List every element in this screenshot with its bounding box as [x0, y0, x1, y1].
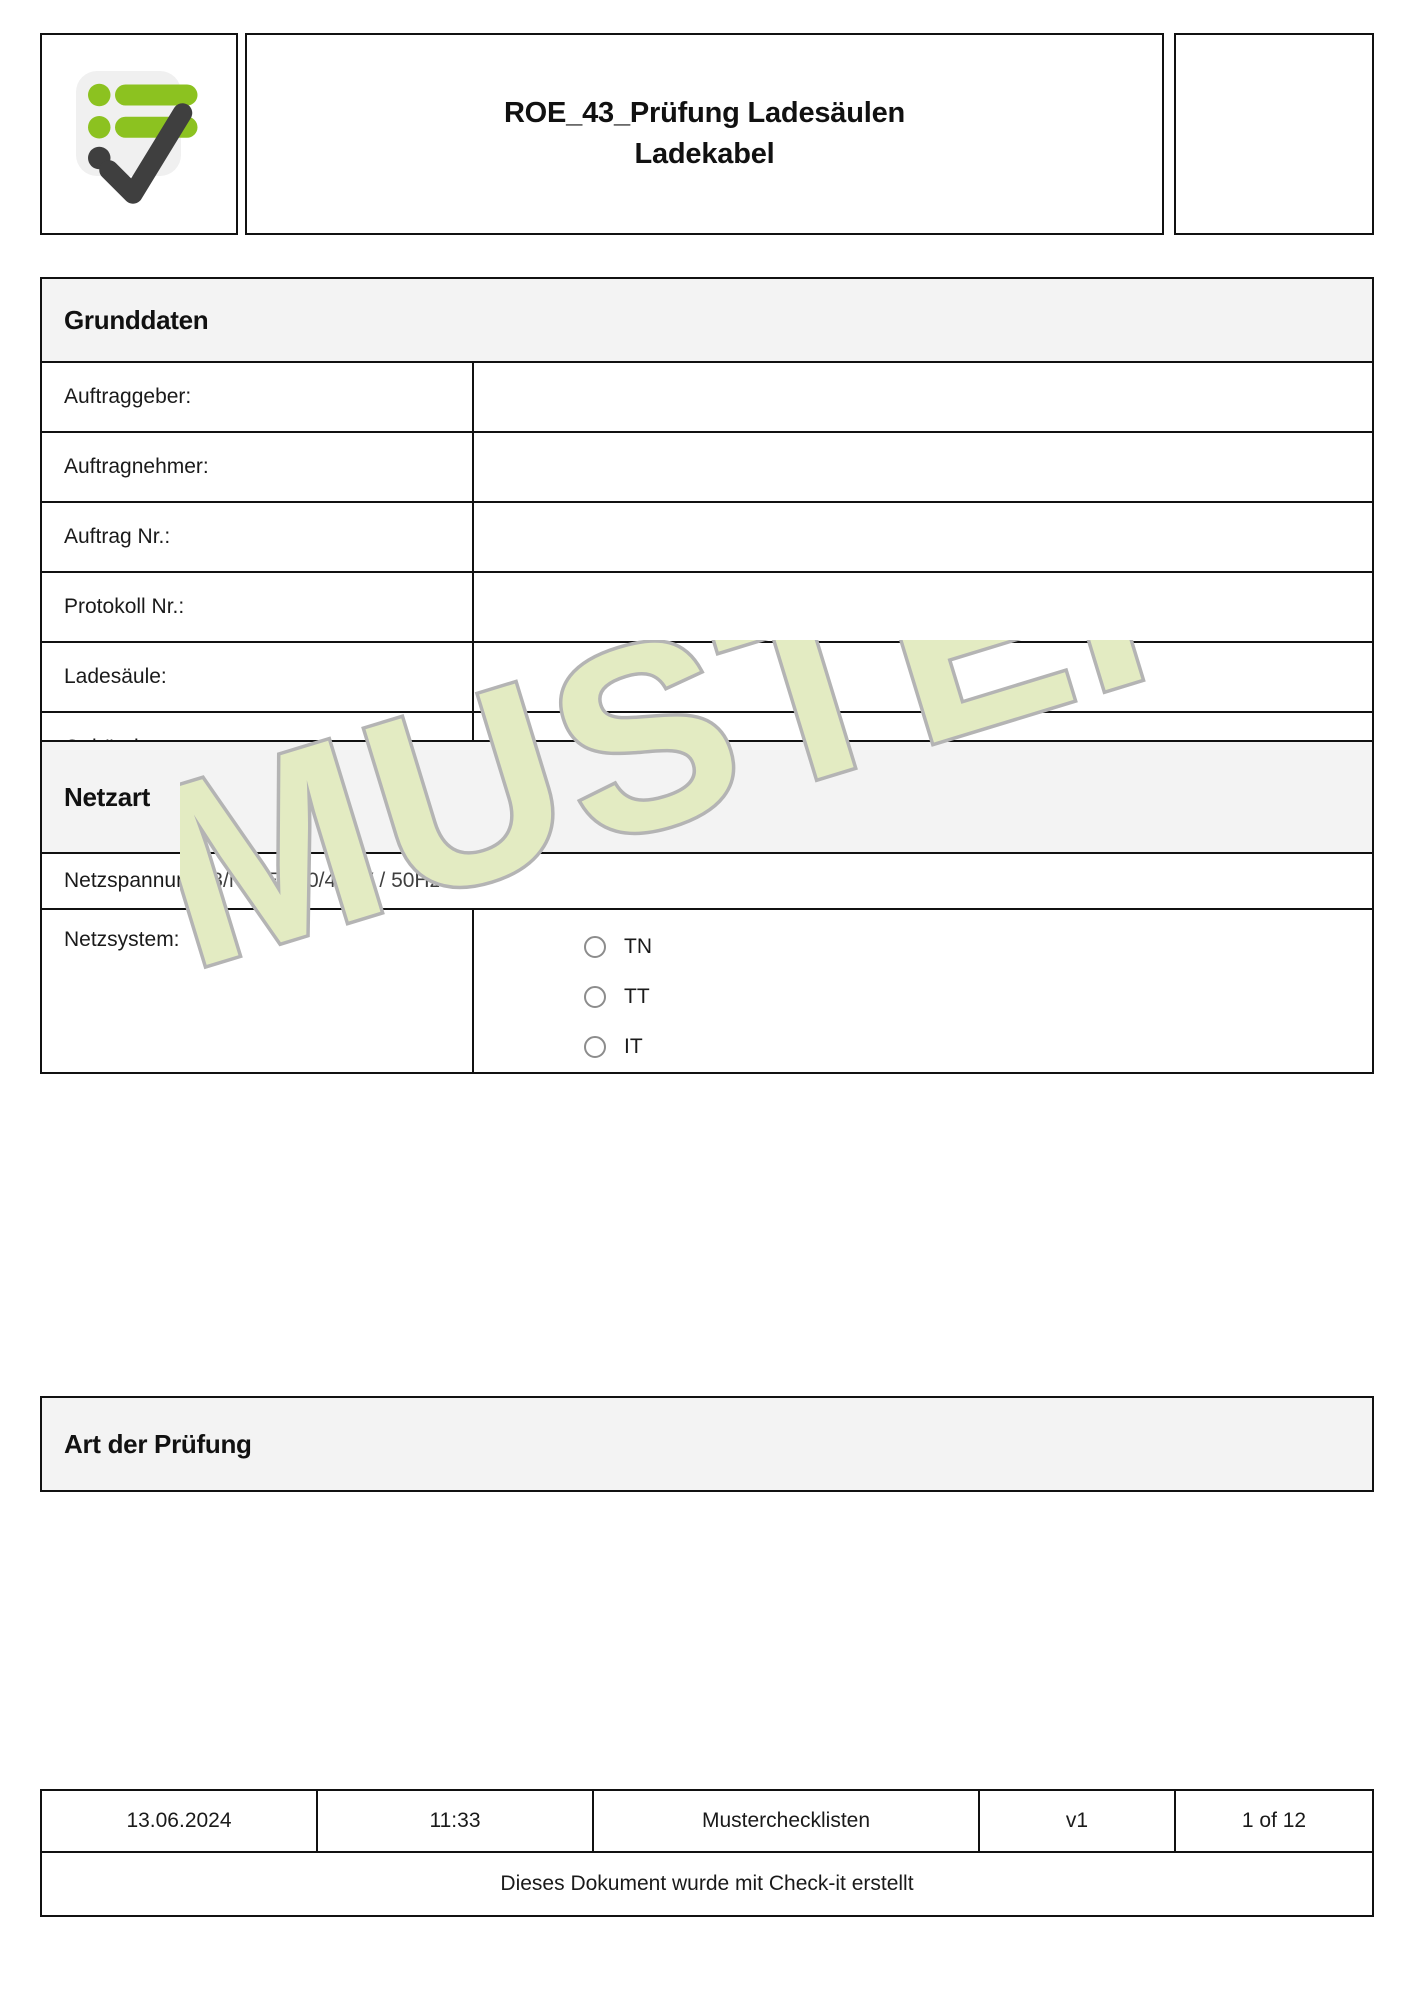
field-value-auftraggeber[interactable] [474, 363, 1372, 431]
field-label-auftraggeber: Auftraggeber: [42, 363, 474, 431]
field-value-protokoll-nr[interactable] [474, 573, 1372, 641]
table-row: Auftrag Nr.: [42, 503, 1372, 573]
netzsystem-label: Netzsystem: [42, 910, 474, 1072]
section-netzart-title: Netzart [64, 781, 151, 812]
document-footer: 13.06.2024 11:33 Musterchecklisten v1 1 … [40, 1789, 1374, 1917]
footer-version: v1 [980, 1791, 1176, 1851]
section-netzart-header: Netzart [42, 742, 1372, 854]
netzsystem-options: TN TT IT [474, 910, 1372, 1072]
radio-option-tt-label: TT [624, 985, 650, 1008]
field-value-ladesaeule[interactable] [474, 643, 1372, 711]
radio-option-tt[interactable]: TT [584, 972, 1372, 1022]
section-art-der-pruefung-title: Art der Prüfung [64, 1428, 252, 1459]
footer-note: Dieses Dokument wurde mit Check-it erste… [500, 1872, 914, 1895]
section-art-der-pruefung-header: Art der Prüfung [42, 1398, 1372, 1490]
radio-button-icon[interactable] [584, 986, 606, 1008]
footer-document-name: Musterchecklisten [594, 1791, 980, 1851]
table-row: Auftraggeber: [42, 363, 1372, 433]
footer-meta-row: 13.06.2024 11:33 Musterchecklisten v1 1 … [42, 1791, 1372, 1853]
netzsystem-row: Netzsystem: TN TT IT [42, 910, 1372, 1072]
table-row: Ladesäule: [42, 643, 1372, 713]
section-grunddaten-header: Grunddaten [42, 279, 1372, 363]
document-header: ROE_43_Prüfung Ladesäulen Ladekabel [40, 33, 1374, 235]
field-label-protokoll-nr: Protokoll Nr.: [42, 573, 474, 641]
radio-option-it[interactable]: IT [584, 1022, 1372, 1072]
title-box: ROE_43_Prüfung Ladesäulen Ladekabel [245, 33, 1164, 235]
field-value-auftragnehmer[interactable] [474, 433, 1372, 501]
page-title: ROE_43_Prüfung Ladesäulen Ladekabel [504, 93, 905, 175]
document-page: ROE_43_Prüfung Ladesäulen Ladekabel MUST… [0, 0, 1414, 2000]
page-title-line-2: Ladekabel [634, 138, 775, 170]
table-row: Protokoll Nr.: [42, 573, 1372, 643]
netzspannung-label: Netzspannung: [64, 869, 206, 892]
field-label-auftragnehmer: Auftragnehmer: [42, 433, 474, 501]
section-netzart: Netzart Netzspannung: 3/N/PE 230/400V / … [40, 740, 1374, 1074]
radio-option-tn[interactable]: TN [584, 922, 1372, 972]
netzspannung-row: Netzspannung: 3/N/PE 230/400V / 50Hz [42, 854, 1372, 910]
radio-button-icon[interactable] [584, 1036, 606, 1058]
header-blank-box [1174, 33, 1374, 235]
checklist-check-logo-icon [64, 59, 214, 209]
section-art-der-pruefung: Art der Prüfung [40, 1396, 1374, 1492]
section-grunddaten-title: Grunddaten [64, 304, 209, 335]
footer-time: 11:33 [318, 1791, 594, 1851]
table-row: Auftragnehmer: [42, 433, 1372, 503]
netzspannung-value: 3/N/PE 230/400V / 50Hz [211, 869, 441, 892]
field-value-auftrag-nr[interactable] [474, 503, 1372, 571]
footer-date: 13.06.2024 [42, 1791, 318, 1851]
footer-page-number: 1 of 12 [1241, 1809, 1307, 1832]
field-label-auftrag-nr: Auftrag Nr.: [42, 503, 474, 571]
radio-option-it-label: IT [624, 1035, 643, 1058]
page-title-line-1: ROE_43_Prüfung Ladesäulen [503, 96, 906, 129]
field-label-ladesaeule: Ladesäule: [42, 643, 474, 711]
radio-button-icon[interactable] [584, 936, 606, 958]
logo-box [40, 33, 238, 235]
radio-option-tn-label: TN [624, 935, 652, 958]
section-grunddaten: Grunddaten Auftraggeber: Auftragnehmer: … [40, 277, 1374, 785]
